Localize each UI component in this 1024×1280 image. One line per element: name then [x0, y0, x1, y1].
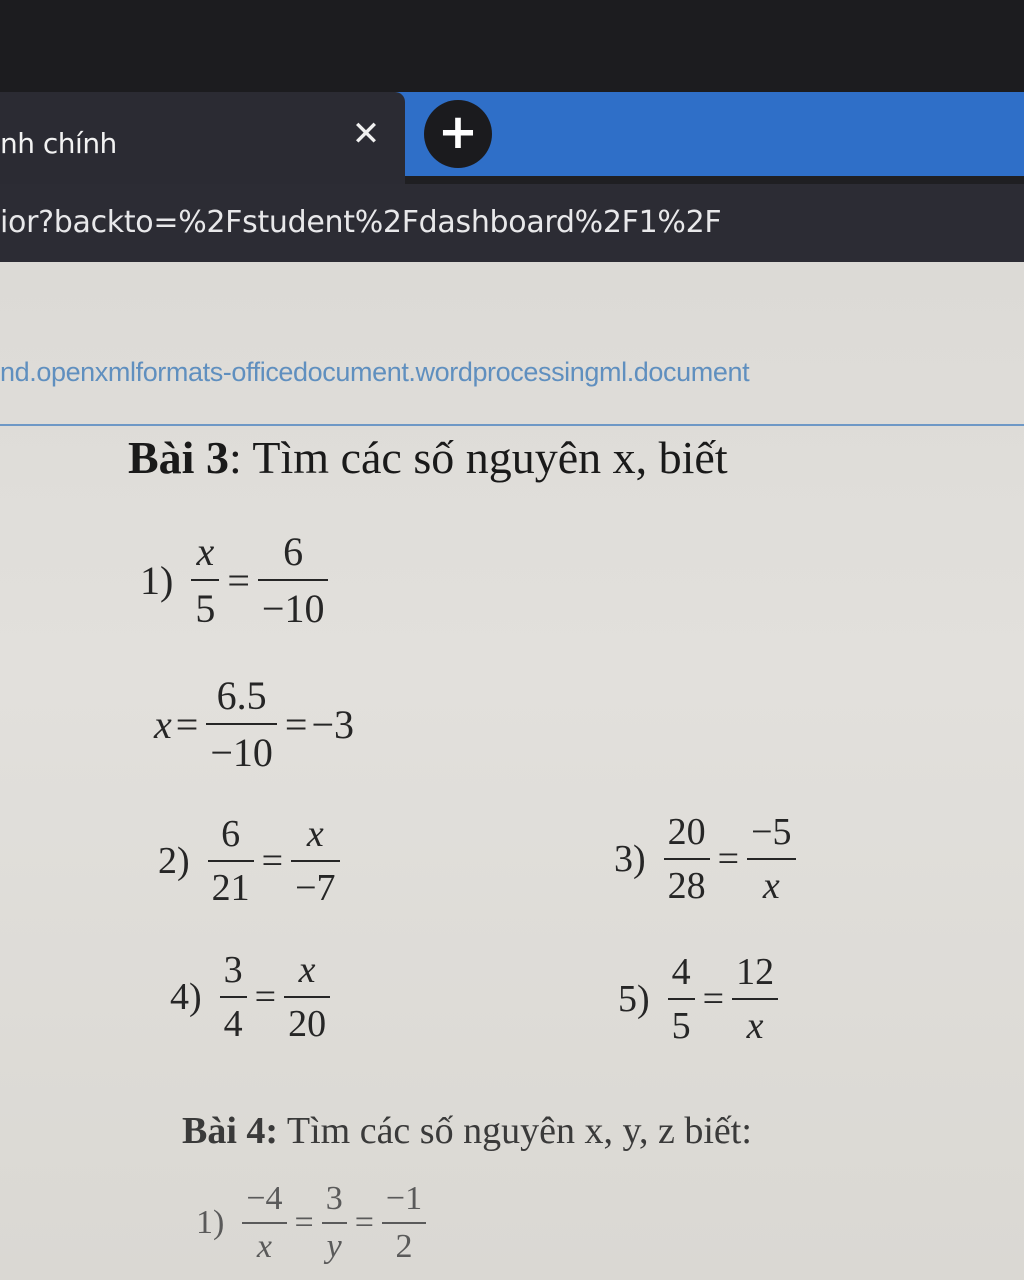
exercise4-title: Tìm các số nguyên x, y, z biết:	[278, 1110, 752, 1152]
result: −3	[311, 701, 355, 747]
numerator: 12	[736, 951, 775, 993]
equals-sign: =	[254, 976, 277, 1018]
fraction-lhs: x5	[191, 528, 220, 632]
equation-2: 2) 6 21 = x −7	[158, 812, 344, 910]
exercise3-label: Bài 3	[128, 432, 229, 483]
fraction-rhs: 12 x	[732, 950, 779, 1048]
fraction-a: −4 x	[242, 1180, 287, 1266]
denominator: x	[746, 1005, 764, 1047]
fraction-b: 3y	[321, 1180, 347, 1266]
new-tab-button[interactable]: +	[424, 100, 492, 168]
equals-sign: =	[294, 1204, 314, 1241]
screen-bezel	[0, 0, 1024, 92]
denominator: 20	[288, 1003, 327, 1045]
variable: x	[154, 701, 172, 747]
denominator: 5	[671, 1005, 691, 1047]
denominator: 28	[667, 865, 706, 907]
numerator: 3	[325, 1180, 343, 1217]
equals-sign: =	[261, 840, 284, 882]
numerator: 6	[221, 813, 241, 855]
fraction-rhs: x −7	[291, 812, 340, 910]
equals-sign: =	[702, 978, 725, 1020]
denominator: x	[762, 865, 780, 907]
numerator: 3	[223, 949, 243, 991]
solution-1: x = 6.5 −10 = −3	[154, 672, 354, 776]
equation-4: 4) 34 = x 20	[170, 948, 334, 1046]
fraction-lhs: 34	[219, 948, 247, 1046]
numerator: 4	[671, 951, 691, 993]
denominator: 2	[395, 1228, 413, 1265]
denominator: 21	[211, 867, 250, 909]
denominator: 5	[195, 586, 216, 631]
denominator: x	[256, 1228, 272, 1265]
equals-sign: =	[284, 701, 308, 747]
numerator: x	[298, 949, 316, 991]
exercise3-heading: Bài 3: Tìm các số nguyên x, biết	[128, 428, 728, 488]
close-icon[interactable]: ✕	[348, 112, 384, 156]
numerator: x	[196, 529, 215, 574]
exercise4-label: Bài 4:	[182, 1110, 279, 1152]
numerator: 20	[667, 811, 706, 853]
divider	[0, 424, 1024, 426]
fraction-rhs: −5 x	[747, 810, 796, 908]
fraction-c: −1 2	[381, 1180, 427, 1266]
equation-index: 3)	[614, 838, 646, 880]
equation-index: 2)	[158, 840, 190, 882]
denominator: −10	[261, 586, 325, 631]
fraction-rhs: x 20	[284, 948, 331, 1046]
equals-sign: =	[227, 557, 250, 603]
fraction-lhs: 45	[667, 950, 695, 1048]
numerator: −4	[246, 1180, 283, 1217]
denominator: 4	[223, 1003, 243, 1045]
numerator: −5	[751, 811, 792, 853]
exercise4-equation-1: 1) −4 x = 3y = −1 2	[196, 1180, 430, 1266]
equation-index: 5)	[618, 978, 650, 1020]
exercise4-heading: Bài 4: Tìm các số nguyên x, y, z biết:	[182, 1104, 752, 1158]
numerator: −1	[385, 1180, 423, 1217]
exercise3-title: : Tìm các số nguyên x, biết	[228, 432, 728, 483]
document-mime-type: nd.openxmlformats-officedocument.wordpro…	[0, 357, 750, 387]
fraction: 6.5 −10	[206, 672, 277, 776]
equation-1: 1) x5 = 6 −10	[140, 528, 332, 632]
denominator: y	[326, 1228, 342, 1265]
denominator: −10	[210, 730, 273, 775]
equals-sign: =	[354, 1204, 374, 1241]
fraction-rhs: 6 −10	[257, 528, 329, 632]
equation-3: 3) 20 28 = −5 x	[614, 810, 800, 908]
numerator: x	[306, 813, 324, 855]
numerator: 6	[283, 529, 304, 574]
numerator: 6.5	[216, 673, 267, 718]
tab-title: nh chính	[0, 127, 117, 160]
fraction-lhs: 6 21	[207, 812, 254, 910]
equation-index: 4)	[170, 976, 202, 1018]
equation-5: 5) 45 = 12 x	[618, 950, 782, 1048]
equation-index: 1)	[196, 1204, 225, 1241]
equals-sign: =	[717, 838, 740, 880]
url-text[interactable]: ior?backto=%2Fstudent%2Fdashboard%2F1%2F	[0, 198, 722, 248]
fraction-lhs: 20 28	[663, 810, 710, 908]
equation-index: 1)	[140, 557, 174, 603]
equals-sign: =	[175, 701, 199, 747]
denominator: −7	[295, 867, 336, 909]
